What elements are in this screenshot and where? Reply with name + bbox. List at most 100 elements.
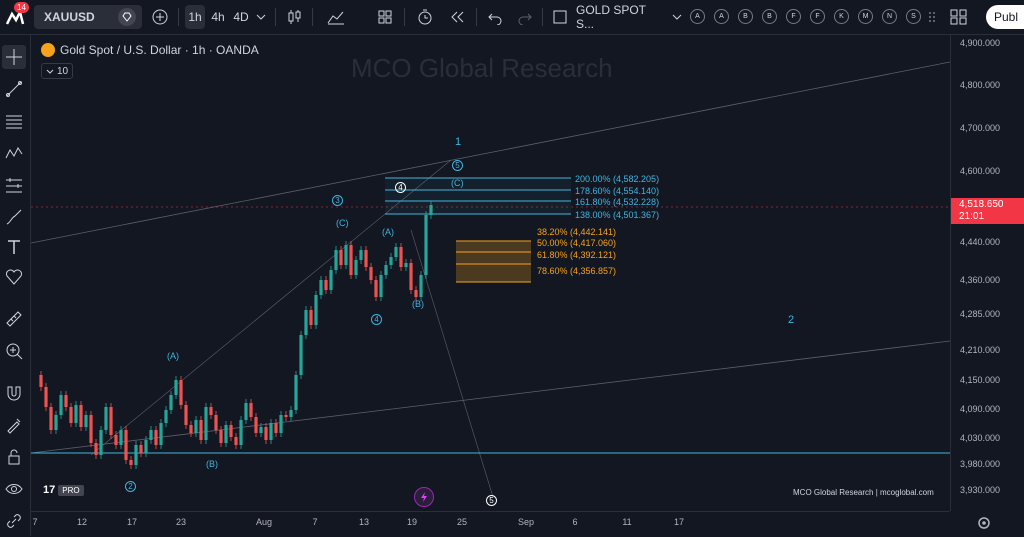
symbol-name: XAUUSD (44, 10, 95, 24)
stay-drawing-icon[interactable] (2, 413, 26, 437)
layouts-grid-icon[interactable] (374, 5, 396, 29)
time-scale[interactable]: 7 12 17 23 Aug 7 13 19 25 Sep 6 11 17 (31, 511, 950, 537)
undo-icon[interactable] (484, 5, 506, 29)
lightning-icon[interactable] (414, 487, 434, 507)
candle-body (284, 415, 288, 417)
settings-gear-icon[interactable] (975, 514, 993, 532)
projection-icon[interactable] (2, 173, 26, 197)
text-tool-icon[interactable] (2, 235, 26, 259)
candle-body (319, 280, 323, 295)
wave-label: 2 (788, 314, 795, 326)
candle-body (49, 407, 53, 430)
alert-clock-icon[interactable] (414, 5, 436, 29)
toolbar-letter-button[interactable]: A (714, 9, 729, 24)
toolbar-letter-button[interactable]: K (834, 9, 849, 24)
candle-body (174, 380, 178, 395)
toolbar-letter-button[interactable]: A (690, 9, 705, 24)
candle-body (354, 260, 358, 275)
toolbar-letter-button[interactable]: F (786, 9, 801, 24)
indicator-toggle[interactable]: 10 (41, 63, 73, 79)
symbol-logo-icon (41, 43, 55, 57)
tv-pro-logo[interactable]: 17 PRO (43, 483, 103, 497)
indicators-icon[interactable] (322, 5, 350, 29)
zoom-in-icon[interactable] (2, 339, 26, 363)
candle-body (274, 423, 278, 433)
multi-chart-icon[interactable] (946, 5, 972, 29)
candle-body (224, 425, 228, 443)
footer-credit: MCO Global Research | mcoglobal.com (793, 488, 934, 497)
heart-icon[interactable] (2, 265, 26, 289)
ruler-icon[interactable] (2, 307, 26, 331)
eye-icon[interactable] (2, 477, 26, 501)
replay-icon[interactable] (446, 5, 468, 29)
candle-body (299, 335, 303, 375)
candle-body (359, 250, 363, 260)
price-scale[interactable]: 4,900.000 4,800.000 4,700.000 4,600.000 … (950, 35, 1024, 511)
candle-body (74, 405, 78, 423)
toolbar-letter-button[interactable]: S (906, 9, 921, 24)
lock-icon[interactable] (2, 445, 26, 469)
brush-icon[interactable] (2, 205, 26, 229)
chart-pane[interactable]: MCO Global Research Gold Spot / U.S. Dol… (31, 35, 950, 511)
trend-line-icon[interactable] (2, 77, 26, 101)
candle-body (94, 443, 98, 455)
layout-square-icon[interactable] (550, 5, 570, 29)
toolbar-letter-button[interactable]: B (762, 9, 777, 24)
candle-body (279, 415, 283, 433)
publish-button[interactable]: Publ (986, 5, 1024, 29)
fib-extension-label: 200.00% (4,582.205) (575, 174, 660, 184)
diamond-icon[interactable] (118, 8, 136, 26)
toolbar-letter-button[interactable]: N (882, 9, 897, 24)
candle-body (269, 423, 273, 440)
price-label: 4,210.000 (960, 345, 1001, 355)
divider (312, 8, 313, 26)
candle-body (304, 310, 308, 335)
timeframe-1h[interactable]: 1h (185, 5, 205, 29)
toolbar-letter-button[interactable]: B (738, 9, 753, 24)
toolbar-letter-button[interactable]: F (810, 9, 825, 24)
candle-body (384, 265, 388, 275)
candle-body (339, 250, 343, 265)
candle-body (184, 405, 188, 425)
candle-body (389, 257, 393, 265)
chevron-down-icon[interactable] (254, 5, 268, 29)
wave-label: 3 (332, 195, 343, 206)
candle-body (139, 445, 143, 453)
wave-label: (C) (451, 178, 464, 188)
layout-name[interactable]: GOLD SPOT S... (576, 3, 660, 31)
drag-handle-icon[interactable] (926, 5, 938, 29)
time-label: Sep (517, 517, 535, 527)
link-icon[interactable] (2, 509, 26, 533)
candle-body (39, 375, 43, 387)
wave-label: 1 (455, 136, 462, 148)
divider (275, 8, 276, 26)
redo-icon[interactable] (514, 5, 536, 29)
price-label: 4,440.000 (960, 237, 1001, 247)
candle-body (179, 380, 183, 405)
candles-icon[interactable] (284, 5, 304, 29)
fib-retracement-icon[interactable] (2, 109, 26, 133)
watermark: MCO Global Research (351, 53, 613, 83)
notification-badge[interactable]: 14 (14, 2, 29, 13)
fib-retracement-label: 50.00% (4,417.060) (537, 238, 617, 248)
magnet-icon[interactable] (2, 381, 26, 405)
chevron-down-icon[interactable] (670, 5, 684, 29)
toolbar-letter-button[interactable]: M (858, 9, 873, 24)
time-label: 19 (406, 517, 418, 527)
timeframe-4h[interactable]: 4h (208, 5, 228, 29)
fib-retracement-label: 38.20% (4,442.141) (537, 227, 617, 237)
add-symbol-icon[interactable] (150, 5, 170, 29)
divider (476, 8, 477, 26)
candle-body (79, 405, 83, 427)
candle-body (329, 270, 333, 290)
price-label: 3,980.000 (960, 459, 1001, 469)
pattern-icon[interactable] (2, 141, 26, 165)
wave-label: (C) (336, 218, 349, 228)
candle-body (254, 417, 258, 433)
candle-body (204, 407, 208, 440)
timeframe-4d[interactable]: 4D (231, 5, 251, 29)
symbol-search[interactable]: XAUUSD (34, 5, 142, 29)
crosshair-icon[interactable] (2, 45, 26, 69)
candle-body (364, 250, 368, 267)
candle-body (419, 275, 423, 297)
